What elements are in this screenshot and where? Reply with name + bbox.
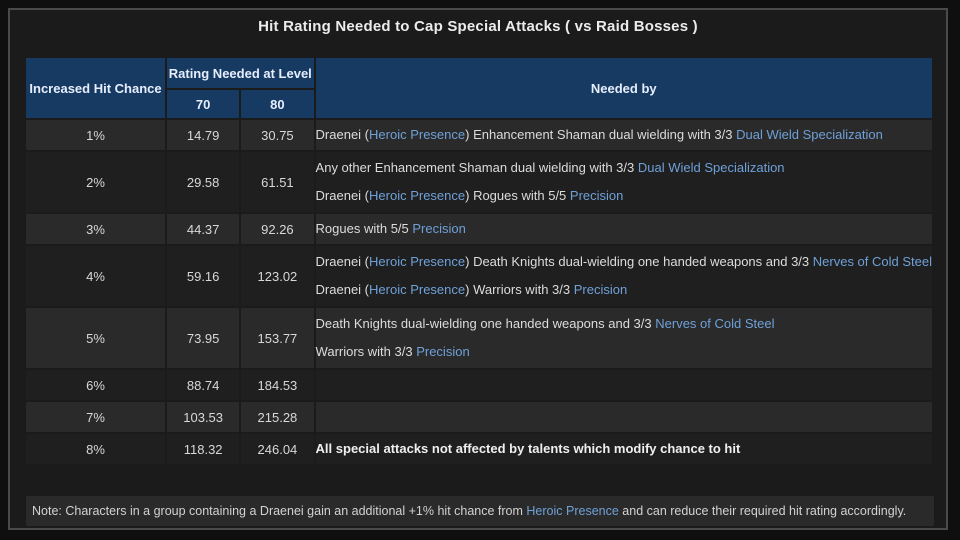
wiki-link[interactable]: Heroic Presence <box>369 188 465 203</box>
table-row: 4% 59.16 123.02 Draenei (Heroic Presence) D… <box>26 246 932 306</box>
table-title: Hit Rating Needed to Cap Special Attacks… <box>258 18 698 35</box>
table-row: 8% 118.32 246.04 All special attacks not af… <box>26 434 932 464</box>
needed-by-line: All special attacks not affected by tale… <box>316 435 932 463</box>
needed-by-text: ) Warriors with 3/3 <box>465 282 574 297</box>
needed-by-line: Draenei (Heroic Presence) Enhancement Sh… <box>316 121 932 149</box>
hit-chance-cell: 6% <box>26 370 165 400</box>
rating-80-cell: 246.04 <box>241 434 314 464</box>
wiki-link[interactable]: Precision <box>416 344 469 359</box>
table-row: 3% 44.37 92.26 Rogues with 5/5 Precision <box>26 214 932 244</box>
needed-by-text: Any other Enhancement Shaman dual wieldi… <box>315 160 638 175</box>
needed-by-line: Draenei (Heroic Presence) Rogues with 5/… <box>316 182 932 210</box>
rating-70-cell: 29.58 <box>167 152 240 212</box>
needed-by-line: Warriors with 3/3 Precision <box>316 338 932 366</box>
needed-by-cell: Death Knights dual-wielding one handed w… <box>315 308 932 368</box>
rating-80-cell: 215.28 <box>241 402 314 432</box>
hit-chance-cell: 8% <box>26 434 165 464</box>
rating-80-cell: 92.26 <box>241 214 314 244</box>
table-row: 7% 103.53 215.28 <box>26 402 932 432</box>
needed-by-cell: Draenei (Heroic Presence) Death Knights … <box>315 246 932 306</box>
hit-chance-cell: 3% <box>26 214 165 244</box>
rating-80-cell: 123.02 <box>241 246 314 306</box>
needed-by-cell: Any other Enhancement Shaman dual wieldi… <box>315 152 932 212</box>
rating-70-cell: 88.74 <box>167 370 240 400</box>
rating-80-cell: 184.53 <box>241 370 314 400</box>
rating-70-cell: 59.16 <box>167 246 240 306</box>
table-row: 6% 88.74 184.53 <box>26 370 932 400</box>
table-row: 2% 29.58 61.51 Any other Enhancement Shaman… <box>26 152 932 212</box>
rating-70-cell: 14.79 <box>167 120 240 150</box>
table-row: 1% 14.79 30.75 Draenei (Heroic Presence) En… <box>26 120 932 150</box>
table-panel: Hit Rating Needed to Cap Special Attacks… <box>8 8 948 530</box>
needed-by-text: Note: Characters in a group containing a… <box>32 504 527 518</box>
hit-rating-table: Increased Hit Chance Rating Needed at Le… <box>24 56 934 466</box>
needed-by-text: Draenei ( <box>315 188 370 203</box>
table-body: 1% 14.79 30.75 Draenei (Heroic Presence) En… <box>26 120 932 464</box>
wiki-link[interactable]: Heroic Presence <box>369 254 465 269</box>
header-needed-by: Needed by <box>315 58 932 118</box>
hit-chance-cell: 1% <box>26 120 165 150</box>
header-increased-hit-chance: Increased Hit Chance <box>26 58 165 118</box>
needed-by-cell: Rogues with 5/5 Precision <box>315 214 932 244</box>
needed-by-line: Any other Enhancement Shaman dual wieldi… <box>316 154 932 182</box>
wiki-link[interactable]: Dual Wield Specialization <box>638 160 785 175</box>
header-rating-needed: Rating Needed at Level <box>167 58 314 88</box>
needed-by-text: Draenei ( <box>315 127 370 142</box>
needed-by-line: Draenei (Heroic Presence) Death Knights … <box>316 248 932 276</box>
wiki-link[interactable]: Nerves of Cold Steel <box>813 254 932 269</box>
needed-by-text: ) Enhancement Shaman dual wielding with … <box>465 127 737 142</box>
rating-80-cell: 153.77 <box>241 308 314 368</box>
hit-chance-cell: 7% <box>26 402 165 432</box>
needed-by-text: Death Knights dual-wielding one handed w… <box>315 316 656 331</box>
hit-chance-cell: 2% <box>26 152 165 212</box>
table-row: 5% 73.95 153.77 Death Knights dual-wielding… <box>26 308 932 368</box>
wiki-link[interactable]: Dual Wield Specialization <box>736 127 883 142</box>
needed-by-text: ) Rogues with 5/5 <box>465 188 570 203</box>
rating-80-cell: 61.51 <box>241 152 314 212</box>
needed-by-text: ) Death Knights dual-wielding one handed… <box>465 254 813 269</box>
needed-by-cell: Draenei (Heroic Presence) Enhancement Sh… <box>315 120 932 150</box>
wiki-link[interactable]: Precision <box>574 282 627 297</box>
needed-by-line: Rogues with 5/5 Precision <box>316 215 932 243</box>
rating-70-cell: 73.95 <box>167 308 240 368</box>
hit-chance-cell: 4% <box>26 246 165 306</box>
needed-by-cell: All special attacks not affected by tale… <box>315 434 932 464</box>
needed-by-text: and can reduce their required hit rating… <box>618 504 907 518</box>
hit-chance-cell: 5% <box>26 308 165 368</box>
rating-80-cell: 30.75 <box>241 120 314 150</box>
footnote: Note: Characters in a group containing a… <box>26 496 934 526</box>
needed-by-text: Draenei ( <box>315 254 370 269</box>
needed-by-line: Death Knights dual-wielding one handed w… <box>316 310 932 338</box>
rating-70-cell: 103.53 <box>167 402 240 432</box>
needed-by-line: Draenei (Heroic Presence) Warriors with … <box>316 276 932 304</box>
wiki-link[interactable]: Nerves of Cold Steel <box>655 316 774 331</box>
header-level-80: 80 <box>241 90 314 118</box>
wiki-link[interactable]: Heroic Presence <box>369 127 465 142</box>
needed-by-text: Draenei ( <box>315 282 370 297</box>
rating-70-cell: 44.37 <box>167 214 240 244</box>
wiki-link[interactable]: Precision <box>570 188 623 203</box>
wiki-link[interactable]: Heroic Presence <box>526 504 618 518</box>
needed-by-cell <box>315 370 932 400</box>
wiki-link[interactable]: Precision <box>412 221 465 236</box>
header-level-70: 70 <box>167 90 240 118</box>
needed-by-text: Rogues with 5/5 <box>315 221 413 236</box>
needed-by-text: Warriors with 3/3 <box>315 344 417 359</box>
rating-70-cell: 118.32 <box>167 434 240 464</box>
needed-by-text: All special attacks not affected by tale… <box>315 441 741 456</box>
needed-by-cell <box>315 402 932 432</box>
wiki-link[interactable]: Heroic Presence <box>369 282 465 297</box>
